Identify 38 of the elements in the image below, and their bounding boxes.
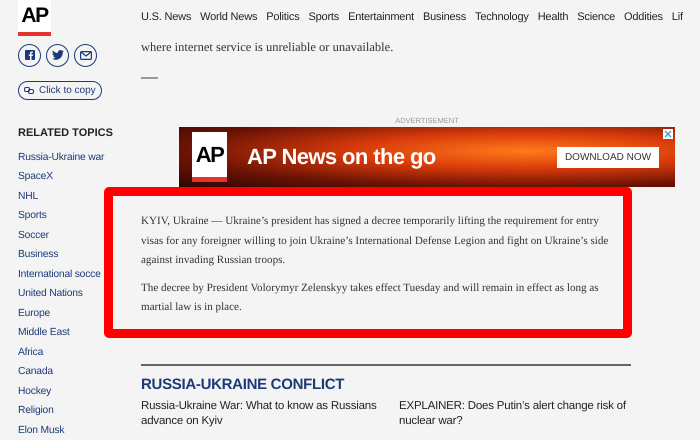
topic-link[interactable]: Canada [18,362,53,382]
section-heading: RUSSIA-UKRAINE CONFLICT [141,376,346,393]
nav-link[interactable]: Science [577,11,616,36]
nav-link[interactable]: U.S. News [141,11,192,36]
topic-link[interactable]: United Nations [18,284,83,304]
topic-link[interactable]: Europe [18,304,50,323]
story-link[interactable]: Russia-Ukraine War: What to know as Russians advance on Kyiv [141,399,399,429]
article-paragraph: The decree by President Volorymyr Zelenskyy takes effect Tuesday and will remain in effect as long as martial law is in place. [141,280,600,315]
topic-link[interactable]: Middle East [18,323,70,342]
topic-link[interactable]: Business [18,245,58,264]
topic-link[interactable]: International socce [18,264,101,284]
nav-link[interactable]: Oddities [624,11,663,36]
nav-link[interactable]: Politics [266,11,300,36]
topic-link[interactable]: Soccer [18,226,49,245]
copy-link-button[interactable]: Click to copy [18,80,102,100]
nav-link[interactable]: Lif [672,11,683,36]
topic-link[interactable]: Religion [18,401,54,420]
story-link[interactable]: EXPLAINER: Does Putin’s alert change risk of nuclear war? [399,399,631,429]
ad-logo: AP [192,132,227,182]
nav-link[interactable]: World News [200,11,258,36]
article-text: where internet service is unreliable or unavailable. [141,40,394,55]
topic-link[interactable]: SpaceX [18,167,53,186]
topic-link[interactable]: Africa [18,342,44,362]
download-button[interactable]: DOWNLOAD NOW [557,146,659,168]
topic-link[interactable]: Russia-Ukraine war [18,148,104,167]
topic-link[interactable]: NHL [18,186,38,206]
topic-link[interactable]: Sports [18,206,47,226]
article-paragraph: KYIV, Ukraine — Ukraine’s president has signed a decree temporarily lifting the requirement for entry visas for any foreigner willing to join Ukraine’s International Defense Legion and fight on Ukraine’s side against invading Russian troops. [141,214,610,268]
nav-link[interactable]: Business [422,11,466,36]
nav-link[interactable]: Health [538,11,568,36]
topic-link[interactable]: Elon Musk [18,420,64,440]
ap-logo: AP [18,0,51,36]
topic-link[interactable]: Hockey [18,382,52,401]
nav-link[interactable]: Technology [475,11,529,36]
related-topics-heading: RELATED TOPICS [18,126,114,138]
nav-link[interactable]: Entertainment [348,11,414,36]
ad-headline: AP News on the go [247,144,437,170]
nav-link[interactable]: Sports [308,11,340,36]
